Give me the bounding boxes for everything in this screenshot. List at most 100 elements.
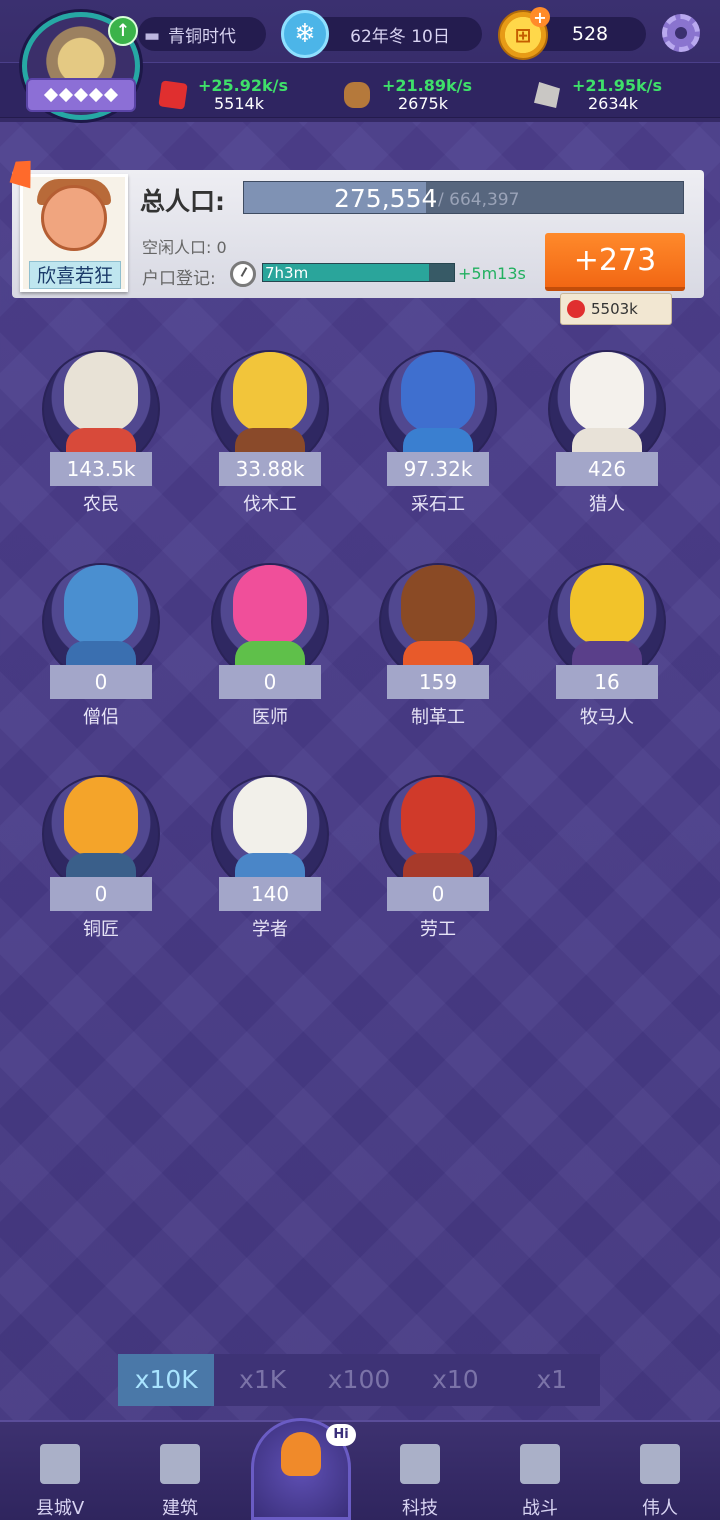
worker-name: 猎人 bbox=[589, 494, 625, 515]
worker-name: 牧马人 bbox=[580, 707, 634, 728]
worker-card[interactable]: 97.32k 采石工 bbox=[373, 340, 503, 540]
worker-head bbox=[401, 352, 475, 432]
nav-item[interactable]: 科技 bbox=[370, 1422, 470, 1520]
census-label: 户口登记: bbox=[142, 269, 216, 289]
population-icon[interactable] bbox=[281, 1432, 321, 1476]
multiplier-option[interactable]: x10K bbox=[118, 1354, 215, 1406]
nav-item[interactable]: 县城V bbox=[10, 1422, 110, 1520]
population-progress-bar: 275,554 / 664,397 bbox=[243, 181, 684, 214]
worker-count: 0 bbox=[219, 665, 321, 699]
worker-card[interactable]: 0 僧侣 bbox=[36, 553, 166, 753]
bottom-navigation: 县城V建筑人口科技战斗伟人 bbox=[0, 1420, 720, 1520]
nav-item[interactable]: 伟人 bbox=[610, 1422, 710, 1520]
nav-label: 科技 bbox=[402, 1498, 438, 1519]
gold-amount: 528 bbox=[571, 23, 609, 45]
worker-card[interactable]: 0 劳工 bbox=[373, 765, 503, 965]
worker-count: 143.5k bbox=[50, 452, 152, 486]
worker-card[interactable]: 159 制革工 bbox=[373, 553, 503, 753]
add-population-button[interactable]: +273 bbox=[545, 233, 685, 291]
worker-count: 140 bbox=[219, 877, 321, 911]
worker-head bbox=[570, 565, 644, 645]
worker-card[interactable]: 426 猎人 bbox=[542, 340, 672, 540]
worker-name: 农民 bbox=[83, 494, 119, 515]
worker-count: 426 bbox=[556, 452, 658, 486]
resource-stone[interactable]: +21.95k/s 2634k bbox=[534, 76, 674, 116]
house-icon bbox=[160, 1444, 200, 1484]
city-rank-ribbon bbox=[26, 78, 136, 112]
upgrade-arrow-icon[interactable]: ↑ bbox=[108, 16, 138, 46]
food-rate: +25.92k/s bbox=[198, 76, 289, 95]
worker-count: 0 bbox=[387, 877, 489, 911]
multiplier-option[interactable]: x1 bbox=[504, 1354, 600, 1406]
crossed-swords-icon bbox=[520, 1444, 560, 1484]
nav-label: 县城V bbox=[35, 1498, 85, 1519]
worker-count: 16 bbox=[556, 665, 658, 699]
add-population-cost: 5503k bbox=[560, 293, 672, 325]
total-population-label: 总人口: bbox=[140, 187, 225, 216]
idle-population: 空闲人口: 0 bbox=[142, 238, 227, 257]
worker-card[interactable]: 16 牧马人 bbox=[542, 553, 672, 753]
era-label: 青铜时代 bbox=[168, 26, 236, 47]
multiplier-option[interactable]: x10 bbox=[407, 1354, 503, 1406]
nav-item[interactable]: 建筑 bbox=[130, 1422, 230, 1520]
bed-icon: ▬ bbox=[144, 26, 161, 46]
worker-name: 铜匠 bbox=[83, 919, 119, 940]
population-current: 275,554 bbox=[334, 184, 438, 213]
mood-label: 欣喜若狂 bbox=[29, 261, 121, 289]
cost-amount: 5503k bbox=[591, 300, 638, 318]
era-pill[interactable]: ▬ 青铜时代 bbox=[138, 17, 266, 51]
nav-label: 伟人 bbox=[642, 1498, 678, 1519]
worker-count: 33.88k bbox=[219, 452, 321, 486]
stone-icon bbox=[534, 82, 560, 108]
snowflake-icon[interactable]: ❄ bbox=[281, 10, 329, 58]
resource-wood[interactable]: +21.89k/s 2675k bbox=[344, 76, 484, 116]
census-time: 7h3m bbox=[265, 264, 309, 282]
citizen-portrait[interactable]: 欣喜若狂 bbox=[20, 174, 128, 292]
hi-badge: Hi bbox=[326, 1424, 356, 1446]
worker-card[interactable]: 33.88k 伐木工 bbox=[205, 340, 335, 540]
settings-gear-icon[interactable] bbox=[662, 14, 700, 52]
food-amount: 5514k bbox=[214, 94, 264, 113]
worker-head bbox=[64, 565, 138, 645]
population-max: / 664,397 bbox=[438, 190, 520, 210]
stone-amount: 2634k bbox=[588, 94, 638, 113]
worker-card[interactable]: 140 学者 bbox=[205, 765, 335, 965]
apple-icon bbox=[158, 80, 188, 110]
resource-food[interactable]: +25.92k/s 5514k bbox=[158, 76, 300, 116]
multiplier-option[interactable]: x100 bbox=[311, 1354, 407, 1406]
worker-name: 劳工 bbox=[420, 919, 456, 940]
date-label: 62年冬 10日 bbox=[350, 26, 450, 47]
worker-head bbox=[570, 352, 644, 432]
worker-name: 制革工 bbox=[411, 707, 465, 728]
wood-rate: +21.89k/s bbox=[382, 76, 473, 95]
worker-head bbox=[233, 777, 307, 857]
census-bonus: +5m13s bbox=[458, 264, 526, 283]
worker-card[interactable]: 0 铜匠 bbox=[36, 765, 166, 965]
worker-count: 0 bbox=[50, 665, 152, 699]
multiplier-option[interactable]: x1K bbox=[214, 1354, 310, 1406]
worker-count: 0 bbox=[50, 877, 152, 911]
statue-icon bbox=[640, 1444, 680, 1484]
worker-name: 医师 bbox=[252, 707, 288, 728]
worker-count: 159 bbox=[387, 665, 489, 699]
castle-icon bbox=[40, 1444, 80, 1484]
worker-count: 97.32k bbox=[387, 452, 489, 486]
worker-name: 僧侣 bbox=[83, 707, 119, 728]
book-icon bbox=[400, 1444, 440, 1484]
worker-card[interactable]: 0 医师 bbox=[205, 553, 335, 753]
worker-name: 学者 bbox=[252, 919, 288, 940]
worker-head bbox=[233, 352, 307, 432]
stone-rate: +21.95k/s bbox=[572, 76, 663, 95]
nav-item[interactable]: 战斗 bbox=[490, 1422, 590, 1520]
worker-card[interactable]: 143.5k 农民 bbox=[36, 340, 166, 540]
portrait-face bbox=[41, 185, 107, 251]
census-progress-bar: 7h3m bbox=[262, 263, 455, 282]
nav-label: 战斗 bbox=[522, 1498, 558, 1519]
worker-name: 伐木工 bbox=[243, 494, 297, 515]
nav-label: 建筑 bbox=[162, 1498, 198, 1519]
worker-name: 采石工 bbox=[411, 494, 465, 515]
wood-amount: 2675k bbox=[398, 94, 448, 113]
wood-icon bbox=[344, 82, 370, 108]
add-gold-icon[interactable]: + bbox=[530, 7, 550, 27]
apple-icon bbox=[567, 300, 585, 318]
